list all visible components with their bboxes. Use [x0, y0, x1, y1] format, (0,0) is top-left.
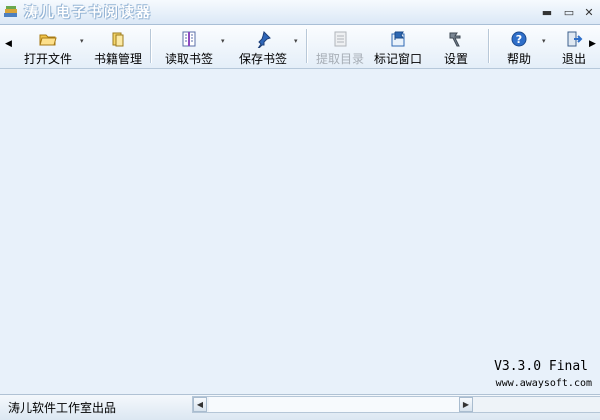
website-label: www.awaysoft.com [495, 378, 592, 389]
version-label: V3.3.0 Final [494, 359, 588, 374]
toolbar-scroll-left-button[interactable]: ◀ [5, 39, 12, 49]
open-file-label: 打开文件 [23, 52, 72, 66]
bookmark-read-icon [182, 31, 196, 47]
svg-text:?: ? [516, 33, 522, 46]
title-bar: 涛儿电子书阅读器 ▬ ▭ ✕ [0, 0, 600, 25]
pin-save-icon [257, 31, 271, 48]
help-icon: ? [511, 31, 527, 47]
help-button[interactable]: ? 帮助 [500, 28, 538, 66]
read-bookmark-label: 读取书签 [164, 52, 213, 66]
save-bookmark-label: 保存书签 [238, 52, 287, 66]
contents-icon [334, 31, 347, 47]
exit-icon [567, 31, 583, 47]
toolbar-separator [306, 29, 308, 63]
book-manage-label: 书籍管理 [93, 52, 142, 66]
settings-icon [449, 32, 461, 47]
scroll-thumb[interactable] [209, 397, 459, 412]
mark-window-button[interactable]: 标记窗口 [372, 28, 424, 66]
horizontal-scrollbar[interactable]: ◀ ▶ [192, 396, 600, 413]
exit-button[interactable]: 退出 [562, 28, 586, 64]
scroll-right-button[interactable]: ▶ [459, 397, 473, 412]
read-bookmark-dropdown[interactable]: ▾ [221, 37, 225, 45]
toolbar-scroll-right-button[interactable]: ▶ [589, 39, 596, 49]
status-text: 涛儿软件工作室出品 [8, 401, 117, 415]
reading-area[interactable] [0, 69, 600, 394]
minimize-button[interactable]: ▬ [540, 6, 554, 20]
books-icon [112, 32, 124, 47]
book-manage-button[interactable]: 书籍管理 [92, 28, 144, 66]
mark-window-label: 标记窗口 [373, 52, 422, 66]
help-label: 帮助 [506, 52, 531, 66]
folder-open-icon [39, 34, 57, 46]
read-bookmark-button[interactable]: 读取书签 [160, 28, 218, 66]
flag-window-icon [391, 31, 405, 47]
save-bookmark-dropdown[interactable]: ▾ [294, 37, 298, 45]
open-file-dropdown[interactable]: ▾ [80, 37, 84, 45]
toolbar-separator [150, 29, 152, 63]
maximize-button[interactable]: ▭ [562, 6, 576, 20]
toolbar: ◀ 打开文件 ▾ 书籍管理 读取书签 ▾ 保存书签 ▾ 提取目录 标记窗口 设置… [0, 25, 600, 69]
save-bookmark-button[interactable]: 保存书签 [236, 28, 290, 66]
extract-contents-label: 提取目录 [315, 52, 364, 66]
help-dropdown[interactable]: ▾ [542, 37, 546, 45]
scroll-left-button[interactable]: ◀ [193, 397, 207, 412]
app-books-icon [3, 4, 19, 20]
exit-label: 退出 [562, 52, 586, 64]
extract-contents-button[interactable]: 提取目录 [314, 28, 366, 66]
settings-button[interactable]: 设置 [436, 28, 476, 66]
close-button[interactable]: ✕ [582, 6, 596, 20]
window-title: 涛儿电子书阅读器 [24, 5, 152, 21]
toolbar-separator [488, 29, 490, 63]
open-file-button[interactable]: 打开文件 [18, 28, 78, 66]
status-bar: 涛儿软件工作室出品 ◀ ▶ [0, 394, 600, 420]
settings-label: 设置 [443, 52, 468, 66]
